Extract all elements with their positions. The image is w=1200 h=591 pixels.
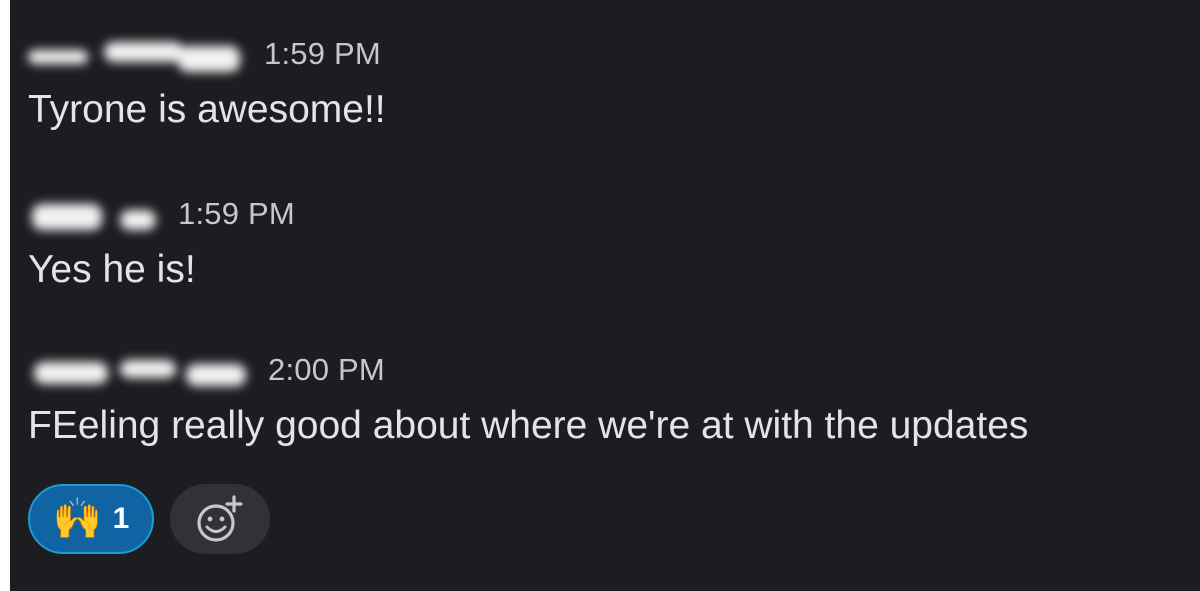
message-text: Tyrone is awesome!! [28,88,386,131]
window-edge [0,0,10,591]
message-header: 1:59 PM [28,36,386,72]
message-item: 2:00 PM FEeling really good about where … [28,352,1028,448]
message-item: 1:59 PM Yes he is! [28,196,295,292]
message-timestamp[interactable]: 1:59 PM [178,196,295,232]
reaction-count: 1 [112,502,130,535]
raising-hands-icon: 🙌 [52,496,103,542]
message-text: FEeling really good about where we're at… [28,404,1029,447]
message-timestamp[interactable]: 2:00 PM [268,352,385,388]
redacted-username[interactable] [28,36,240,72]
message-header: 1:59 PM [28,196,295,232]
add-reaction-button[interactable] [170,484,270,554]
reaction-bar: 🙌 1 [28,484,270,554]
redacted-username[interactable] [28,352,248,388]
reaction-pill[interactable]: 🙌 1 [28,484,154,554]
redacted-username[interactable] [28,196,158,232]
message-text: Yes he is! [28,248,196,291]
message-item: 1:59 PM Tyrone is awesome!! [28,36,386,132]
add-reaction-icon [197,495,243,542]
chat-window: 1:59 PM Tyrone is awesome!! 1:59 PM Yes … [0,0,1200,591]
message-header: 2:00 PM [28,352,1028,388]
message-timestamp[interactable]: 1:59 PM [264,36,381,72]
